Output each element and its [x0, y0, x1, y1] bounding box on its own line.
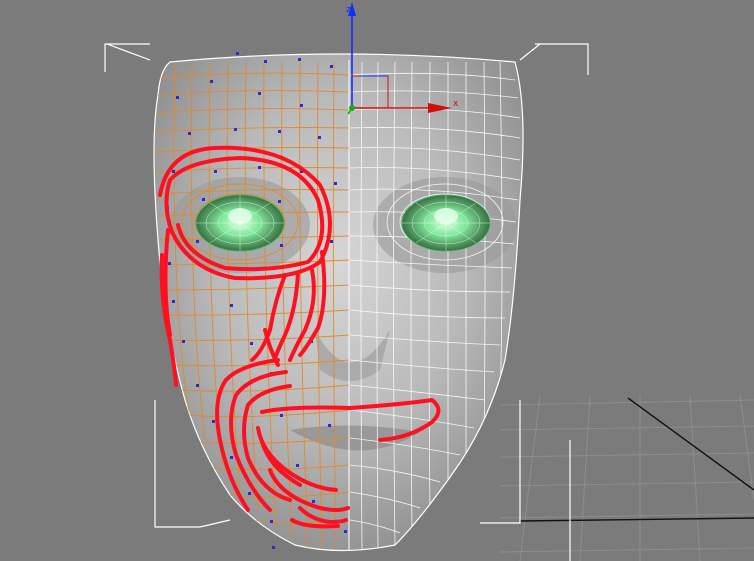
grid-main-axis — [519, 397, 754, 522]
head-mesh[interactable] — [153, 52, 524, 556]
gizmo-center[interactable] — [349, 105, 355, 111]
perspective-viewport[interactable]: z x — [0, 0, 754, 561]
z-axis-label: z — [346, 5, 351, 15]
left-eye — [195, 194, 285, 252]
x-axis-label: x — [453, 99, 459, 109]
ground-grid — [499, 394, 754, 561]
viewport-canvas[interactable]: z x — [0, 0, 754, 561]
right-eye — [401, 194, 491, 252]
